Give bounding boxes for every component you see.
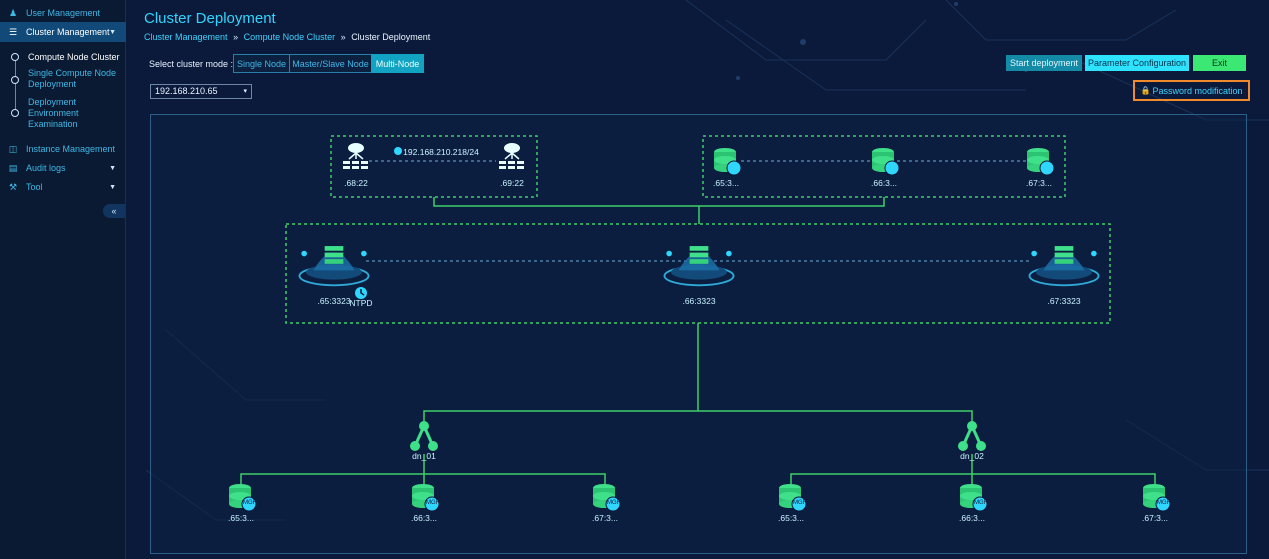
sub-item-compute-node-cluster[interactable]: Compute Node Cluster xyxy=(28,52,123,63)
mgr-badge: MGR xyxy=(1157,500,1172,506)
lock-icon: 🔒 xyxy=(1140,86,1151,95)
mode-multi-node[interactable]: Multi-Node xyxy=(371,54,424,73)
breadcrumb: Cluster Management » Compute Node Cluste… xyxy=(144,32,433,42)
config-db-icon[interactable] xyxy=(713,147,742,176)
ntpd-label: NTPD xyxy=(349,298,372,308)
nav-user-management[interactable]: ♟ User Management xyxy=(0,3,126,23)
load-balancer-address: .69:22 xyxy=(500,178,524,188)
config-node-address: .65:3... xyxy=(713,178,739,188)
sidebar: ♟ User Management ☰ Cluster Management ▼… xyxy=(0,0,126,559)
compute-node-icon[interactable] xyxy=(663,245,735,287)
mgr-badge: MGR xyxy=(793,500,808,506)
vip-icon xyxy=(394,147,402,155)
nav-label: User Management xyxy=(26,8,101,18)
config-db-icon[interactable] xyxy=(871,147,900,176)
collapse-sidebar-button[interactable]: « xyxy=(103,204,125,218)
cluster-mode-label: Select cluster mode : xyxy=(149,59,234,69)
mode-master-slave-node[interactable]: Master/Slave Node xyxy=(289,54,372,73)
nav-label: Audit logs xyxy=(26,163,66,173)
database-icon: ◫ xyxy=(8,143,18,154)
parameter-configuration-button[interactable]: Parameter Configuration xyxy=(1085,55,1189,71)
mgr-db-icon[interactable] xyxy=(778,483,807,512)
main-content: Cluster Deployment Cluster Management » … xyxy=(126,0,1269,559)
sub-item-single-compute-node-deployment[interactable]: Single Compute Node Deployment xyxy=(28,68,123,90)
data-group-name: dn_02 xyxy=(960,451,984,461)
nav-label: Cluster Management xyxy=(26,27,110,37)
data-node-address: .67:3... xyxy=(1142,513,1168,523)
data-node-address: .66:3... xyxy=(411,513,437,523)
topology-canvas: .68:22 .69:22 192.168.210.218/24 .65:3... .6… xyxy=(150,114,1247,554)
sub-bullet-icon xyxy=(11,76,19,84)
breadcrumb-separator: » xyxy=(233,32,239,42)
data-node-address: .67:3... xyxy=(592,513,618,523)
breadcrumb-cluster-management[interactable]: Cluster Management xyxy=(144,32,228,42)
page-title: Cluster Deployment xyxy=(144,10,276,27)
host-ip-value: 192.168.210.65 xyxy=(155,86,218,96)
mgr-db-icon[interactable] xyxy=(411,483,440,512)
group-tree-icon[interactable] xyxy=(409,420,439,453)
load-balancer-address: .68:22 xyxy=(344,178,368,188)
mgr-db-icon[interactable] xyxy=(228,483,257,512)
sub-bullet-icon xyxy=(11,109,19,117)
load-balancer-icon[interactable] xyxy=(498,143,525,170)
config-db-icon[interactable] xyxy=(1026,147,1055,176)
nav-audit-logs[interactable]: ▤ Audit logs ▼ xyxy=(0,158,126,178)
mode-single-node[interactable]: Single Node xyxy=(233,54,290,73)
chevron-down-icon: ▼ xyxy=(109,183,116,191)
breadcrumb-compute-node-cluster[interactable]: Compute Node Cluster xyxy=(244,32,336,42)
wrench-icon: ⚒ xyxy=(8,181,18,192)
topology-diagram: .68:22 .69:22 192.168.210.218/24 .65:3... .6… xyxy=(228,135,1172,523)
mgr-db-icon[interactable] xyxy=(592,483,621,512)
chevron-down-icon: ▼ xyxy=(109,164,116,172)
start-deployment-button[interactable]: Start deployment xyxy=(1006,55,1082,71)
mgr-badge: MGR xyxy=(607,500,622,506)
host-ip-select[interactable]: 192.168.210.65 ▾ xyxy=(150,84,252,99)
mgr-db-icon[interactable] xyxy=(959,483,988,512)
nav-cluster-management[interactable]: ☰ Cluster Management ▼ xyxy=(0,22,126,42)
server-icon: ☰ xyxy=(8,26,18,37)
group-tree-icon[interactable] xyxy=(957,420,987,453)
chevron-down-icon: ▾ xyxy=(243,88,247,95)
chevron-down-icon: ▼ xyxy=(109,28,116,36)
compute-node-icon[interactable] xyxy=(298,245,370,287)
compute-node-address: .66:3323 xyxy=(682,296,715,306)
sub-nav-line xyxy=(14,60,16,116)
data-node-address: .65:3... xyxy=(778,513,804,523)
mgr-badge: MGR xyxy=(974,500,989,506)
compute-node-address: .65:3323 xyxy=(317,296,350,306)
load-balancer-icon[interactable] xyxy=(342,143,369,170)
compute-node-icon[interactable] xyxy=(1028,245,1100,287)
sub-item-deployment-environment-examination[interactable]: Deployment Environment Examination xyxy=(28,97,123,130)
config-node-address: .67:3... xyxy=(1026,178,1052,188)
data-node-address: .65:3... xyxy=(228,513,254,523)
mgr-db-icon[interactable] xyxy=(1142,483,1171,512)
breadcrumb-current: Cluster Deployment xyxy=(351,32,431,42)
password-modification-button[interactable]: 🔒 Password modification xyxy=(1133,80,1250,101)
password-modification-label: Password modification xyxy=(1152,85,1243,96)
compute-node-address: .67:3323 xyxy=(1047,296,1080,306)
sub-bullet-icon xyxy=(11,53,19,61)
virtual-ip-label: 192.168.210.218/24 xyxy=(403,147,479,157)
users-icon: ♟ xyxy=(8,7,18,18)
exit-button[interactable]: Exit xyxy=(1193,55,1246,71)
nav-tool[interactable]: ⚒ Tool ▼ xyxy=(0,177,126,197)
mgr-badge: MGR xyxy=(426,500,441,506)
breadcrumb-separator: » xyxy=(340,32,346,42)
nav-instance-management[interactable]: ◫ Instance Management xyxy=(0,139,126,159)
data-group-name: dn_01 xyxy=(412,451,436,461)
nav-label: Instance Management xyxy=(26,144,116,154)
data-node-address: .66:3... xyxy=(959,513,985,523)
mgr-badge: MGR xyxy=(243,500,258,506)
nav-label: Tool xyxy=(26,182,43,192)
config-node-address: .66:3... xyxy=(871,178,897,188)
list-icon: ▤ xyxy=(8,162,18,173)
